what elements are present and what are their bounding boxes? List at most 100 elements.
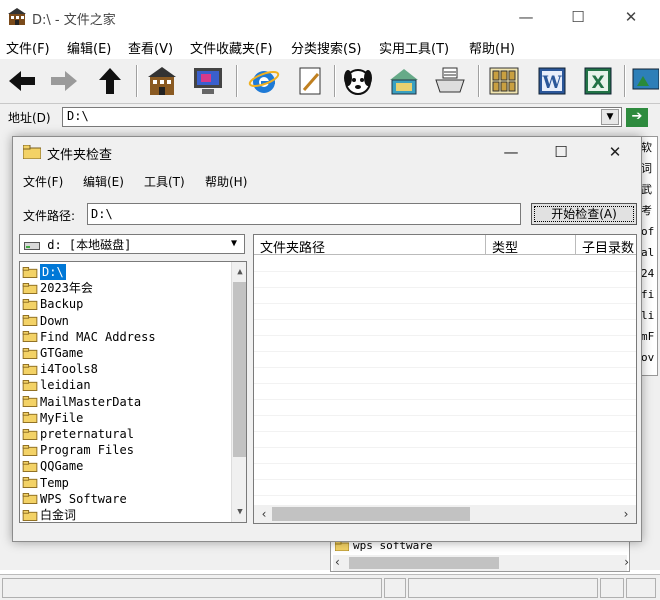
- folder-icon: [22, 315, 38, 327]
- tree-item[interactable]: GTGame: [22, 345, 83, 361]
- excel-icon[interactable]: X: [580, 63, 616, 99]
- word-icon[interactable]: W: [534, 63, 570, 99]
- folder-icon: [22, 282, 38, 294]
- drive-select-value: d: [本地磁盘]: [47, 238, 132, 252]
- printer-icon[interactable]: [432, 63, 468, 99]
- tree-item[interactable]: i4Tools8: [22, 361, 98, 377]
- forward-arrow-icon[interactable]: [46, 63, 82, 99]
- folder-icon: [22, 331, 38, 343]
- go-arrow-icon[interactable]: ➔: [626, 108, 648, 127]
- main-toolbar: W X: [0, 58, 660, 104]
- tree-item[interactable]: Program Files: [22, 442, 134, 458]
- folder-icon: [22, 509, 38, 521]
- folders-grid-icon[interactable]: [486, 63, 522, 99]
- scroll-left-icon[interactable]: ‹: [256, 506, 272, 522]
- tree-vertical-scrollbar[interactable]: ▲ ▼: [231, 262, 246, 522]
- minimize-button[interactable]: —: [512, 6, 540, 28]
- column-header-subdirs[interactable]: 子目录数: [576, 235, 636, 255]
- menu-tools[interactable]: 实用工具(T): [379, 38, 449, 57]
- tree-item-label: MailMasterData: [40, 394, 142, 409]
- tree-item[interactable]: 白金词: [22, 507, 77, 522]
- dialog-menu-tools[interactable]: 工具(T): [144, 173, 185, 190]
- tree-item[interactable]: MailMasterData: [22, 394, 141, 410]
- back-arrow-icon[interactable]: [4, 63, 40, 99]
- tree-item[interactable]: preternatural: [22, 426, 134, 442]
- folder-icon: [22, 444, 38, 456]
- dialog-minimize-button[interactable]: —: [497, 141, 525, 163]
- monitor-icon[interactable]: [190, 63, 226, 99]
- path-input[interactable]: D:\: [87, 203, 521, 225]
- status-segment: [384, 578, 406, 598]
- dialog-menu-edit[interactable]: 编辑(E): [83, 173, 124, 190]
- menu-edit[interactable]: 编辑(E): [67, 38, 111, 57]
- menu-file[interactable]: 文件(F): [6, 38, 50, 57]
- status-segment: [600, 578, 624, 598]
- column-header-path[interactable]: 文件夹路径: [254, 235, 486, 255]
- maximize-button[interactable]: ☐: [564, 6, 592, 28]
- menu-category-search[interactable]: 分类搜索(S): [291, 38, 361, 57]
- folder-results-list[interactable]: 文件夹路径 类型 子目录数 ‹ ›: [253, 234, 637, 524]
- disk-drive-icon: [24, 241, 40, 250]
- status-bar: [0, 574, 660, 600]
- tree-item-label: Find MAC Address: [40, 329, 156, 344]
- main-menubar: 文件(F) 编辑(E) 查看(V) 文件收藏夹(F) 分类搜索(S) 实用工具(…: [0, 36, 660, 58]
- tree-item[interactable]: Backup: [22, 296, 83, 312]
- path-label: 文件路径:: [23, 209, 76, 223]
- menu-view[interactable]: 查看(V): [128, 38, 173, 57]
- dialog-close-button[interactable]: ✕: [601, 141, 629, 163]
- address-label: 地址(D): [8, 111, 51, 125]
- tree-item[interactable]: leidian: [22, 377, 91, 393]
- tree-item[interactable]: Find MAC Address: [22, 329, 156, 345]
- search-dog-icon[interactable]: [340, 63, 376, 99]
- scroll-up-icon[interactable]: ▲: [232, 264, 246, 280]
- tree-item[interactable]: MyFile: [22, 410, 83, 426]
- menu-favorites[interactable]: 文件收藏夹(F): [190, 38, 273, 57]
- open-folder-icon: [22, 266, 38, 278]
- network-folder-icon[interactable]: [386, 63, 422, 99]
- tree-item[interactable]: QQGame: [22, 458, 83, 474]
- tree-item-label: i4Tools8: [40, 362, 98, 377]
- scroll-down-icon[interactable]: ▼: [232, 504, 246, 520]
- dialog-title: 文件夹检查: [47, 148, 113, 163]
- list-horizontal-scrollbar[interactable]: ‹ ›: [254, 505, 636, 523]
- drive-select[interactable]: d: [本地磁盘] ▼: [19, 234, 245, 254]
- scroll-right-icon[interactable]: ›: [618, 506, 634, 522]
- folder-tree[interactable]: D:\ 2023年会 Backup Down Find MAC Address GTGam…: [19, 261, 247, 523]
- tree-item[interactable]: Down: [22, 313, 69, 329]
- start-check-button[interactable]: 开始检查(A): [531, 203, 637, 225]
- folder-icon: [22, 363, 38, 375]
- folder-icon: [22, 379, 38, 391]
- scrollbar-thumb[interactable]: [233, 282, 246, 457]
- menu-help[interactable]: 帮助(H): [469, 38, 515, 57]
- tree-item[interactable]: Temp: [22, 475, 69, 491]
- column-header-type[interactable]: 类型: [486, 235, 576, 255]
- folder-icon: [22, 396, 38, 408]
- close-button[interactable]: ✕: [617, 6, 645, 28]
- tree-item-label: WPS Software: [40, 491, 127, 506]
- tree-item[interactable]: D:\: [22, 264, 66, 280]
- up-arrow-icon[interactable]: [92, 63, 128, 99]
- tree-item[interactable]: 2023年会: [22, 280, 93, 296]
- address-dropdown-button[interactable]: ▼: [601, 109, 619, 125]
- home-building-icon[interactable]: [144, 63, 180, 99]
- folder-icon: [22, 460, 38, 472]
- main-titlebar: D:\ - 文件之家 — ☐ ✕: [0, 0, 660, 36]
- address-input[interactable]: D:\: [62, 107, 622, 127]
- folder-icon: [335, 541, 349, 551]
- desktop-icon[interactable]: [630, 63, 660, 99]
- dialog-menubar: 文件(F) 编辑(E) 工具(T) 帮助(H): [13, 170, 641, 192]
- tree-item[interactable]: WPS Software: [22, 491, 127, 507]
- dialog-menu-help[interactable]: 帮助(H): [205, 173, 247, 190]
- chevron-down-icon[interactable]: ▼: [226, 236, 242, 252]
- tree-item-label: Down: [40, 313, 69, 328]
- dialog-menu-file[interactable]: 文件(F): [23, 173, 63, 190]
- tree-item-label: 白金词: [40, 508, 77, 522]
- folder-check-dialog: 文件夹检查 — ☐ ✕ 文件(F) 编辑(E) 工具(T) 帮助(H) 文件路径…: [12, 136, 642, 542]
- internet-explorer-icon[interactable]: [246, 63, 282, 99]
- file-edit-icon[interactable]: [292, 63, 328, 99]
- app-building-icon: [8, 8, 26, 25]
- scrollbar-thumb[interactable]: [272, 507, 470, 521]
- folder-icon: [22, 298, 38, 310]
- background-hscroll[interactable]: ‹ ›: [333, 555, 629, 571]
- dialog-maximize-button[interactable]: ☐: [547, 141, 575, 163]
